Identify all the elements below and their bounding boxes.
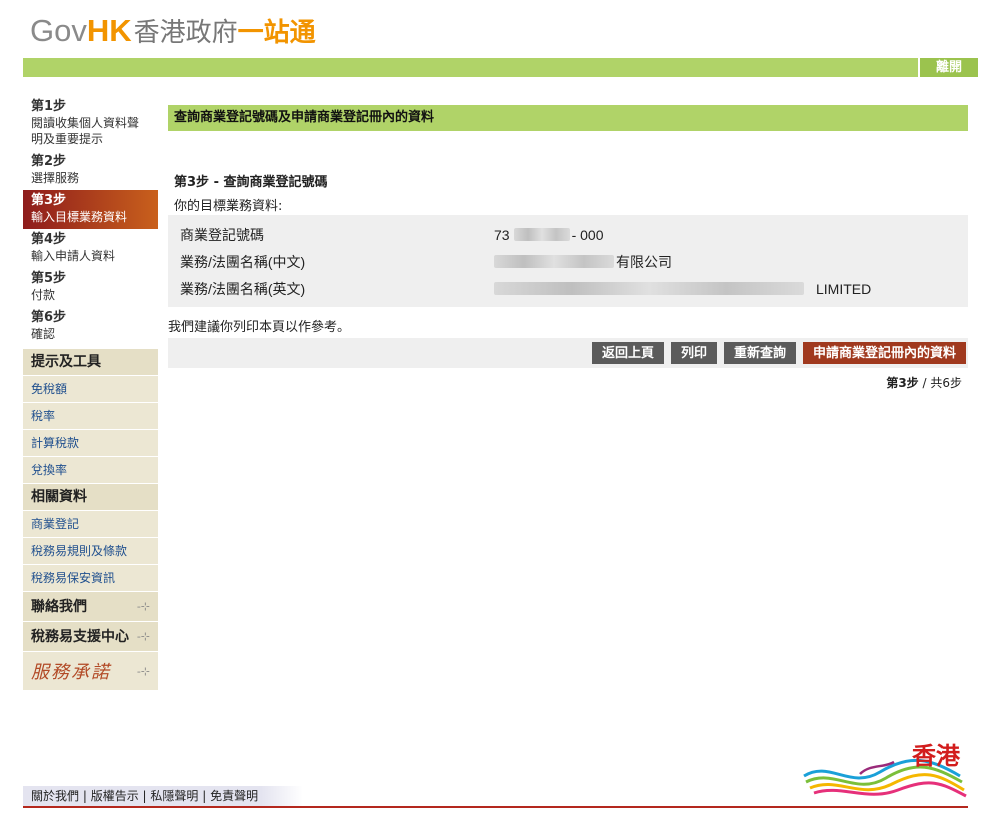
support-centre-label: 稅務易支援中心: [31, 628, 129, 645]
footer-link-privacy[interactable]: 私隱聲明: [150, 789, 198, 803]
footer-separator: |: [198, 789, 211, 803]
br-number-prefix: 73: [494, 226, 510, 243]
field-value: LIMITED: [494, 281, 871, 297]
redacted-block: [494, 282, 804, 295]
redacted-block: [513, 228, 570, 241]
service-pledge-label: 服務承諾: [31, 662, 111, 683]
support-centre-link[interactable]: 稅務易支援中心 -⊹: [23, 622, 158, 651]
related-heading-label: 相關資料: [31, 489, 87, 505]
sidebar-step-5: 第5步 付款: [23, 268, 158, 307]
expand-arrow-icon: -⊹: [136, 599, 150, 613]
step-number: 第3步: [31, 193, 67, 208]
back-button[interactable]: 返回上頁: [591, 342, 664, 364]
step-label: 確認: [31, 327, 56, 341]
step-indicator: 第3步 / 共6步: [168, 374, 968, 391]
expand-arrow-icon: -⊹: [136, 664, 150, 678]
step-label: 閱讀收集個人資料聲明及重要提示: [31, 116, 140, 146]
step-number: 第5步: [31, 271, 67, 286]
step-number: 第4步: [31, 232, 67, 247]
page-title: 查詢商業登記號碼及申請商業登記冊內的資料: [168, 105, 968, 131]
field-label: 業務/法團名稱(中文): [180, 253, 306, 270]
sidebar-step-1: 第1步 閱讀收集個人資料聲明及重要提示: [23, 96, 158, 151]
footer-link-about[interactable]: 關於我們: [31, 789, 79, 803]
info-row-name-en: 業務/法團名稱(英文) LIMITED: [180, 275, 956, 302]
step-number: 第2步: [31, 154, 67, 169]
footer-links: 關於我們 | 版權告示 | 私隱聲明 | 免責聲明: [23, 786, 303, 806]
expand-arrow-icon: -⊹: [136, 629, 150, 643]
tips-heading-label: 提示及工具: [31, 354, 101, 370]
name-zh-suffix: 有限公司: [616, 253, 672, 270]
tips-heading: 提示及工具: [23, 349, 158, 375]
govhk-logo[interactable]: Gov HK 香港政府 一站通: [30, 12, 316, 48]
step-current: 第3步: [886, 376, 919, 390]
info-row-br-number: 商業登記號碼 73 - 000: [180, 221, 956, 248]
step-label: 輸入目標業務資料: [31, 210, 128, 224]
sidebar-link-tax-calculator[interactable]: 計算稅款: [23, 430, 158, 456]
business-info-box: 商業登記號碼 73 - 000 業務/法團名稱(中文) 有限公司 業務/法團名稱…: [168, 215, 968, 307]
sidebar-link-security[interactable]: 稅務易保安資訊: [23, 565, 158, 591]
print-suggestion: 我們建議你列印本頁以作參考。: [168, 320, 351, 335]
action-bar: 返回上頁 列印 重新查詢 申請商業登記冊內的資料: [168, 338, 968, 368]
top-bar: 離開: [23, 58, 978, 77]
sidebar-link-allowances[interactable]: 免稅額: [23, 376, 158, 402]
redacted-block: [494, 255, 614, 268]
logo-zh-text: 香港政府: [133, 18, 238, 48]
footer-separator: |: [138, 789, 151, 803]
brand-hong-kong-logo: 香港: [803, 742, 967, 798]
sidebar-step-6: 第6步 確認: [23, 307, 158, 346]
reset-button[interactable]: 重新查詢: [723, 342, 796, 364]
logo-zh-accent-text: 一站通: [237, 18, 316, 48]
section-subtitle: 你的目標業務資料:: [174, 199, 283, 214]
sidebar-step-4: 第4步 輸入申請人資料: [23, 229, 158, 268]
contact-us-link[interactable]: 聯絡我們 -⊹: [23, 592, 158, 621]
br-number-suffix: - 000: [571, 226, 604, 243]
field-label: 商業登記號碼: [180, 226, 264, 243]
step-label: 輸入申請人資料: [31, 249, 116, 263]
info-row-name-zh: 業務/法團名稱(中文) 有限公司: [180, 248, 956, 275]
related-heading: 相關資料: [23, 484, 158, 510]
step-label: 付款: [31, 288, 56, 302]
sidebar-link-terms[interactable]: 稅務易規則及條款: [23, 538, 158, 564]
sidebar-link-exchange-rates[interactable]: 兌換率: [23, 457, 158, 483]
exit-button[interactable]: 離開: [918, 58, 978, 77]
sidebar-step-3-active: 第3步 輸入目標業務資料: [23, 190, 158, 229]
step-number: 第1步: [31, 99, 67, 114]
print-button[interactable]: 列印: [670, 342, 717, 364]
sidebar-link-business-registration[interactable]: 商業登記: [23, 511, 158, 537]
footer-divider: [23, 806, 968, 808]
main-content: 查詢商業登記號碼及申請商業登記冊內的資料 第3步 - 查詢商業登記號碼 你的目標…: [168, 105, 968, 391]
brand-text: 香港: [912, 742, 961, 770]
sidebar: 第1步 閱讀收集個人資料聲明及重要提示 第2步 選擇服務 第3步 輸入目標業務資…: [23, 96, 158, 690]
contact-us-label: 聯絡我們: [31, 598, 87, 615]
logo-hk-text: HK: [86, 13, 132, 48]
field-value: 有限公司: [494, 252, 672, 272]
sidebar-step-2: 第2步 選擇服務: [23, 151, 158, 190]
logo-gov-text: Gov: [30, 13, 87, 48]
apply-register-info-button[interactable]: 申請商業登記冊內的資料: [802, 342, 966, 364]
service-pledge-link[interactable]: 服務承諾 -⊹: [23, 652, 158, 690]
footer-link-disclaimer[interactable]: 免責聲明: [210, 789, 258, 803]
step-label: 選擇服務: [31, 171, 80, 185]
field-value: 73 - 000: [494, 227, 604, 243]
step-total: / 共6步: [918, 376, 963, 390]
step-number: 第6步: [31, 310, 67, 325]
section-title: 第3步 - 查詢商業登記號碼: [174, 175, 328, 190]
footer-link-copyright[interactable]: 版權告示: [91, 789, 139, 803]
name-en-suffix: LIMITED: [816, 280, 872, 297]
sidebar-link-tax-rates[interactable]: 稅率: [23, 403, 158, 429]
footer-separator: |: [79, 789, 91, 803]
field-label: 業務/法團名稱(英文): [180, 280, 306, 297]
